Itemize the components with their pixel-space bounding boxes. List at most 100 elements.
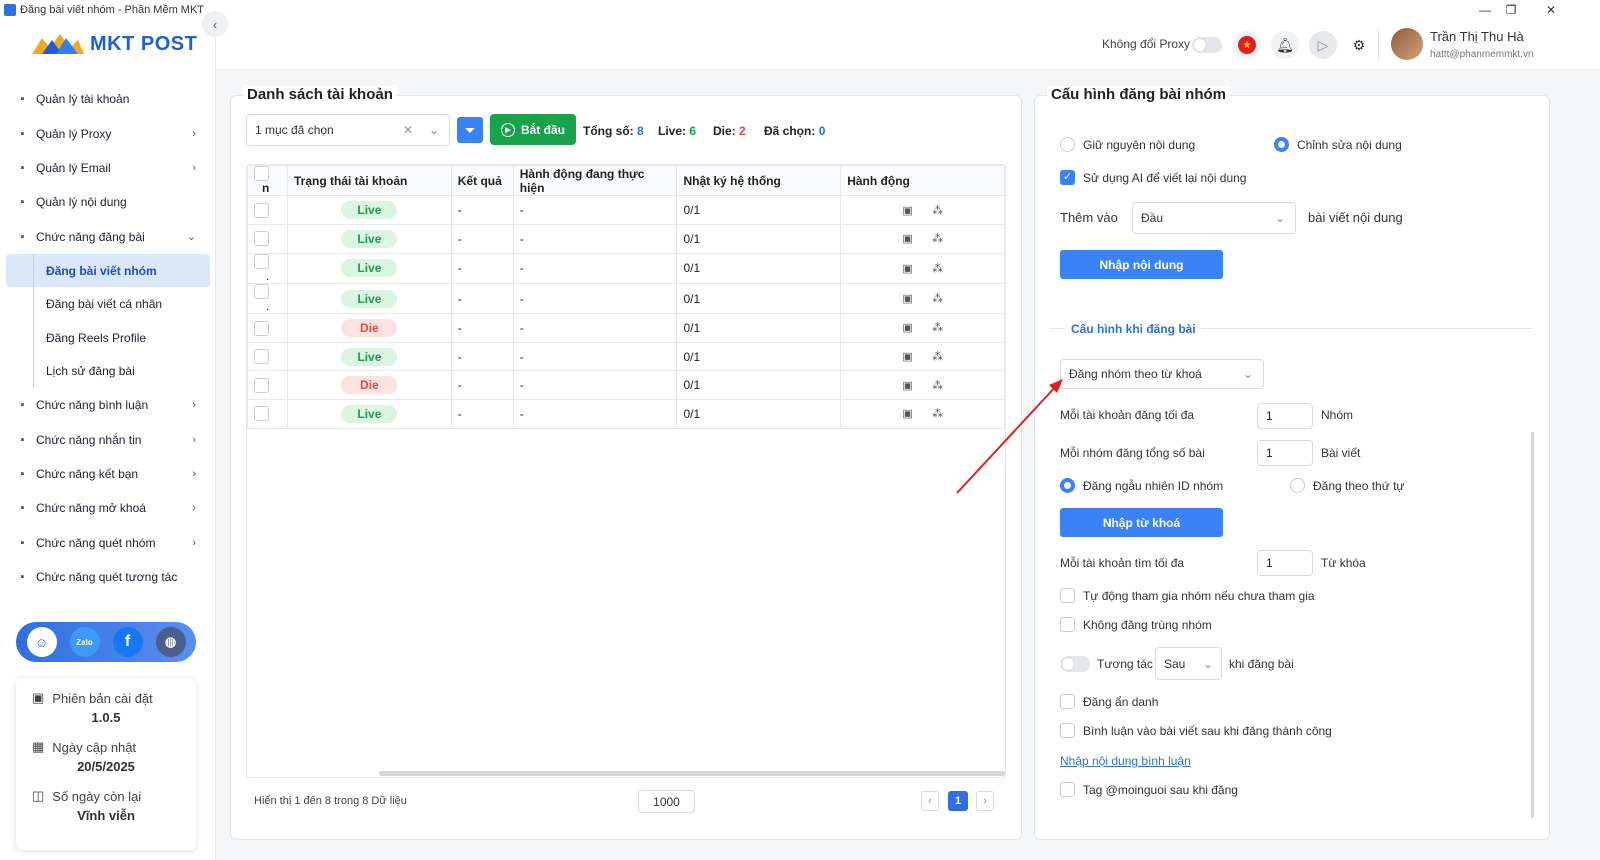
group-icon[interactable]: ⁂: [931, 232, 945, 246]
facebook-icon[interactable]: f: [112, 627, 143, 657]
clear-icon[interactable]: ✕: [403, 123, 413, 137]
group-icon[interactable]: ⁂: [931, 292, 945, 306]
status-cell: Live: [287, 282, 452, 315]
ordered-radio[interactable]: [1290, 478, 1305, 493]
table-row[interactable]: Die - -0/1 ▣ ⁂: [247, 313, 1005, 343]
edit-post-icon[interactable]: ▣: [901, 204, 915, 218]
add-to-select[interactable]: Đầu ⌄: [1132, 202, 1296, 234]
page-button-current[interactable]: 1: [948, 791, 968, 811]
table-row[interactable]: Live - -0/1 ▣ ⁂: [247, 341, 1005, 372]
close-button[interactable]: ✕: [1528, 0, 1574, 20]
sidebar-item[interactable]: ▪ Chức năng bình luận ›: [6, 388, 210, 422]
support-icon[interactable]: ☺: [26, 627, 57, 657]
ordered-option[interactable]: Đăng theo thứ tự: [1290, 478, 1404, 493]
comment-after-option[interactable]: Bình luận vào bài viết sau khi đăng thàn…: [1060, 723, 1332, 738]
table-row[interactable]: . Live - -0/1 ▣ ⁂: [247, 252, 1005, 284]
table-row[interactable]: Live - -0/1 ▣ ⁂: [247, 223, 1005, 254]
no-duplicate-checkbox[interactable]: [1060, 617, 1075, 632]
sidebar-item[interactable]: ▪ Chức năng mở khoá ›: [6, 491, 210, 525]
filter-clear-button[interactable]: ⏷: [457, 117, 483, 143]
sidebar-item[interactable]: ▪ Chức năng quét nhóm ›: [6, 526, 210, 560]
sidebar-item[interactable]: ▪ Chức năng đăng bài ⌄: [6, 220, 210, 254]
posts-per-group-input[interactable]: 1: [1257, 440, 1313, 466]
globe-icon[interactable]: ◍: [155, 627, 186, 657]
gear-icon[interactable]: ⚙: [1345, 31, 1373, 59]
group-icon[interactable]: ⁂: [931, 379, 945, 393]
edit-post-icon[interactable]: ▣: [901, 262, 915, 276]
row-checkbox[interactable]: [254, 202, 269, 218]
comment-after-checkbox[interactable]: [1060, 723, 1075, 738]
sidebar-subitem[interactable]: Đăng bài viết nhóm: [6, 253, 210, 288]
sidebar-subitem[interactable]: Đăng Reels Profile: [6, 320, 210, 355]
edit-post-icon[interactable]: ▣: [901, 292, 915, 306]
group-icon[interactable]: ⁂: [931, 350, 945, 364]
edit-content-radio[interactable]: [1274, 137, 1289, 152]
bell-icon[interactable]: 🔔︎: [1271, 31, 1299, 59]
interact-toggle[interactable]: [1060, 656, 1090, 672]
account-select[interactable]: 1 mục đã chọn ✕ ⌄: [246, 114, 450, 146]
avatar[interactable]: [1391, 28, 1423, 60]
row-checkbox[interactable]: [254, 231, 269, 247]
row-checkbox[interactable]: [254, 349, 269, 365]
use-ai-checkbox[interactable]: [1060, 170, 1075, 185]
next-page-button[interactable]: ›: [976, 791, 994, 811]
horizontal-scrollbar[interactable]: [379, 771, 1005, 776]
start-button[interactable]: ▶ Bắt đầu: [490, 114, 576, 145]
tag-everyone-checkbox[interactable]: [1060, 782, 1075, 797]
keep-content-option[interactable]: Giữ nguyên nội dung: [1060, 137, 1195, 152]
group-icon[interactable]: ⁂: [931, 262, 945, 276]
edit-content-option[interactable]: Chỉnh sửa nội dung: [1274, 137, 1402, 152]
sidebar-item[interactable]: ▪ Quản lý tài khoản: [6, 82, 210, 116]
sidebar-item[interactable]: ▪ Quản lý Proxy ›: [6, 116, 210, 150]
sidebar-subitem[interactable]: Lịch sử đăng bài: [6, 354, 210, 388]
group-icon[interactable]: ⁂: [931, 407, 945, 421]
page-size-input[interactable]: 1000: [638, 790, 695, 813]
auto-join-option[interactable]: Tự động tham gia nhóm nếu chưa tham gia: [1060, 588, 1315, 603]
edit-post-icon[interactable]: ▣: [901, 350, 915, 364]
keep-content-radio[interactable]: [1060, 137, 1075, 152]
group-icon[interactable]: ⁂: [931, 321, 945, 335]
edit-post-icon[interactable]: ▣: [901, 321, 915, 335]
sidebar-subitem[interactable]: Đăng bài viết cá nhân: [6, 287, 210, 321]
random-id-option[interactable]: Đăng ngẫu nhiên ID nhóm: [1060, 478, 1223, 493]
sidebar-item[interactable]: ▪ Quản lý nội dung: [6, 185, 210, 219]
edit-post-icon[interactable]: ▣: [901, 232, 915, 246]
prev-page-button[interactable]: ‹: [921, 791, 939, 811]
auto-join-checkbox[interactable]: [1060, 588, 1075, 603]
import-content-button[interactable]: Nhập nội dung: [1060, 250, 1223, 279]
play-icon[interactable]: ▷: [1309, 31, 1337, 59]
sidebar-item[interactable]: ▪ Chức năng quét tương tác: [6, 560, 210, 594]
row-checkbox[interactable]: [254, 284, 269, 300]
group-icon[interactable]: ⁂: [931, 204, 945, 218]
comment-content-link[interactable]: Nhập nội dung bình luận: [1060, 754, 1191, 768]
anonymous-checkbox[interactable]: [1060, 694, 1075, 709]
max-search-input[interactable]: 1: [1257, 550, 1313, 576]
max-groups-input[interactable]: 1: [1257, 403, 1313, 429]
collapse-sidebar-button[interactable]: ‹: [202, 11, 228, 37]
proxy-toggle[interactable]: [1192, 37, 1222, 53]
row-checkbox[interactable]: [254, 377, 269, 393]
table-row[interactable]: . Live - -0/1 ▣ ⁂: [247, 282, 1005, 315]
use-ai-option[interactable]: Sử dụng AI để viết lại nội dung: [1060, 170, 1246, 185]
tag-everyone-option[interactable]: Tag @moinguoi sau khi đăng: [1060, 782, 1238, 797]
sidebar-item[interactable]: ▪ Chức năng kết bạn ›: [6, 457, 210, 491]
vietnam-flag-icon[interactable]: ★: [1233, 31, 1261, 59]
row-checkbox[interactable]: [254, 320, 269, 336]
import-keyword-button[interactable]: Nhập từ khoá: [1060, 508, 1223, 537]
interact-select[interactable]: Sau ⌄: [1155, 647, 1222, 680]
zalo-icon[interactable]: Zalo: [69, 627, 100, 657]
post-mode-select[interactable]: Đăng nhóm theo từ khoá ⌄: [1060, 359, 1264, 389]
table-row[interactable]: Live - -0/1 ▣ ⁂: [247, 195, 1005, 225]
sidebar-item[interactable]: ▪ Chức năng nhắn tin ›: [6, 422, 210, 456]
config-scrollbar[interactable]: [1531, 432, 1534, 818]
no-duplicate-option[interactable]: Không đăng trùng nhóm: [1060, 617, 1212, 632]
anonymous-option[interactable]: Đăng ẩn danh: [1060, 694, 1158, 709]
edit-post-icon[interactable]: ▣: [901, 407, 915, 421]
table-row[interactable]: Live - -0/1 ▣ ⁂: [247, 398, 1005, 429]
table-row[interactable]: Die - -0/1 ▣ ⁂: [247, 370, 1005, 400]
edit-post-icon[interactable]: ▣: [901, 379, 915, 393]
select-all-checkbox[interactable]: [254, 166, 269, 182]
sidebar-item[interactable]: ▪ Quản lý Email ›: [6, 151, 210, 185]
row-checkbox[interactable]: [254, 406, 269, 422]
row-checkbox[interactable]: [254, 253, 269, 269]
